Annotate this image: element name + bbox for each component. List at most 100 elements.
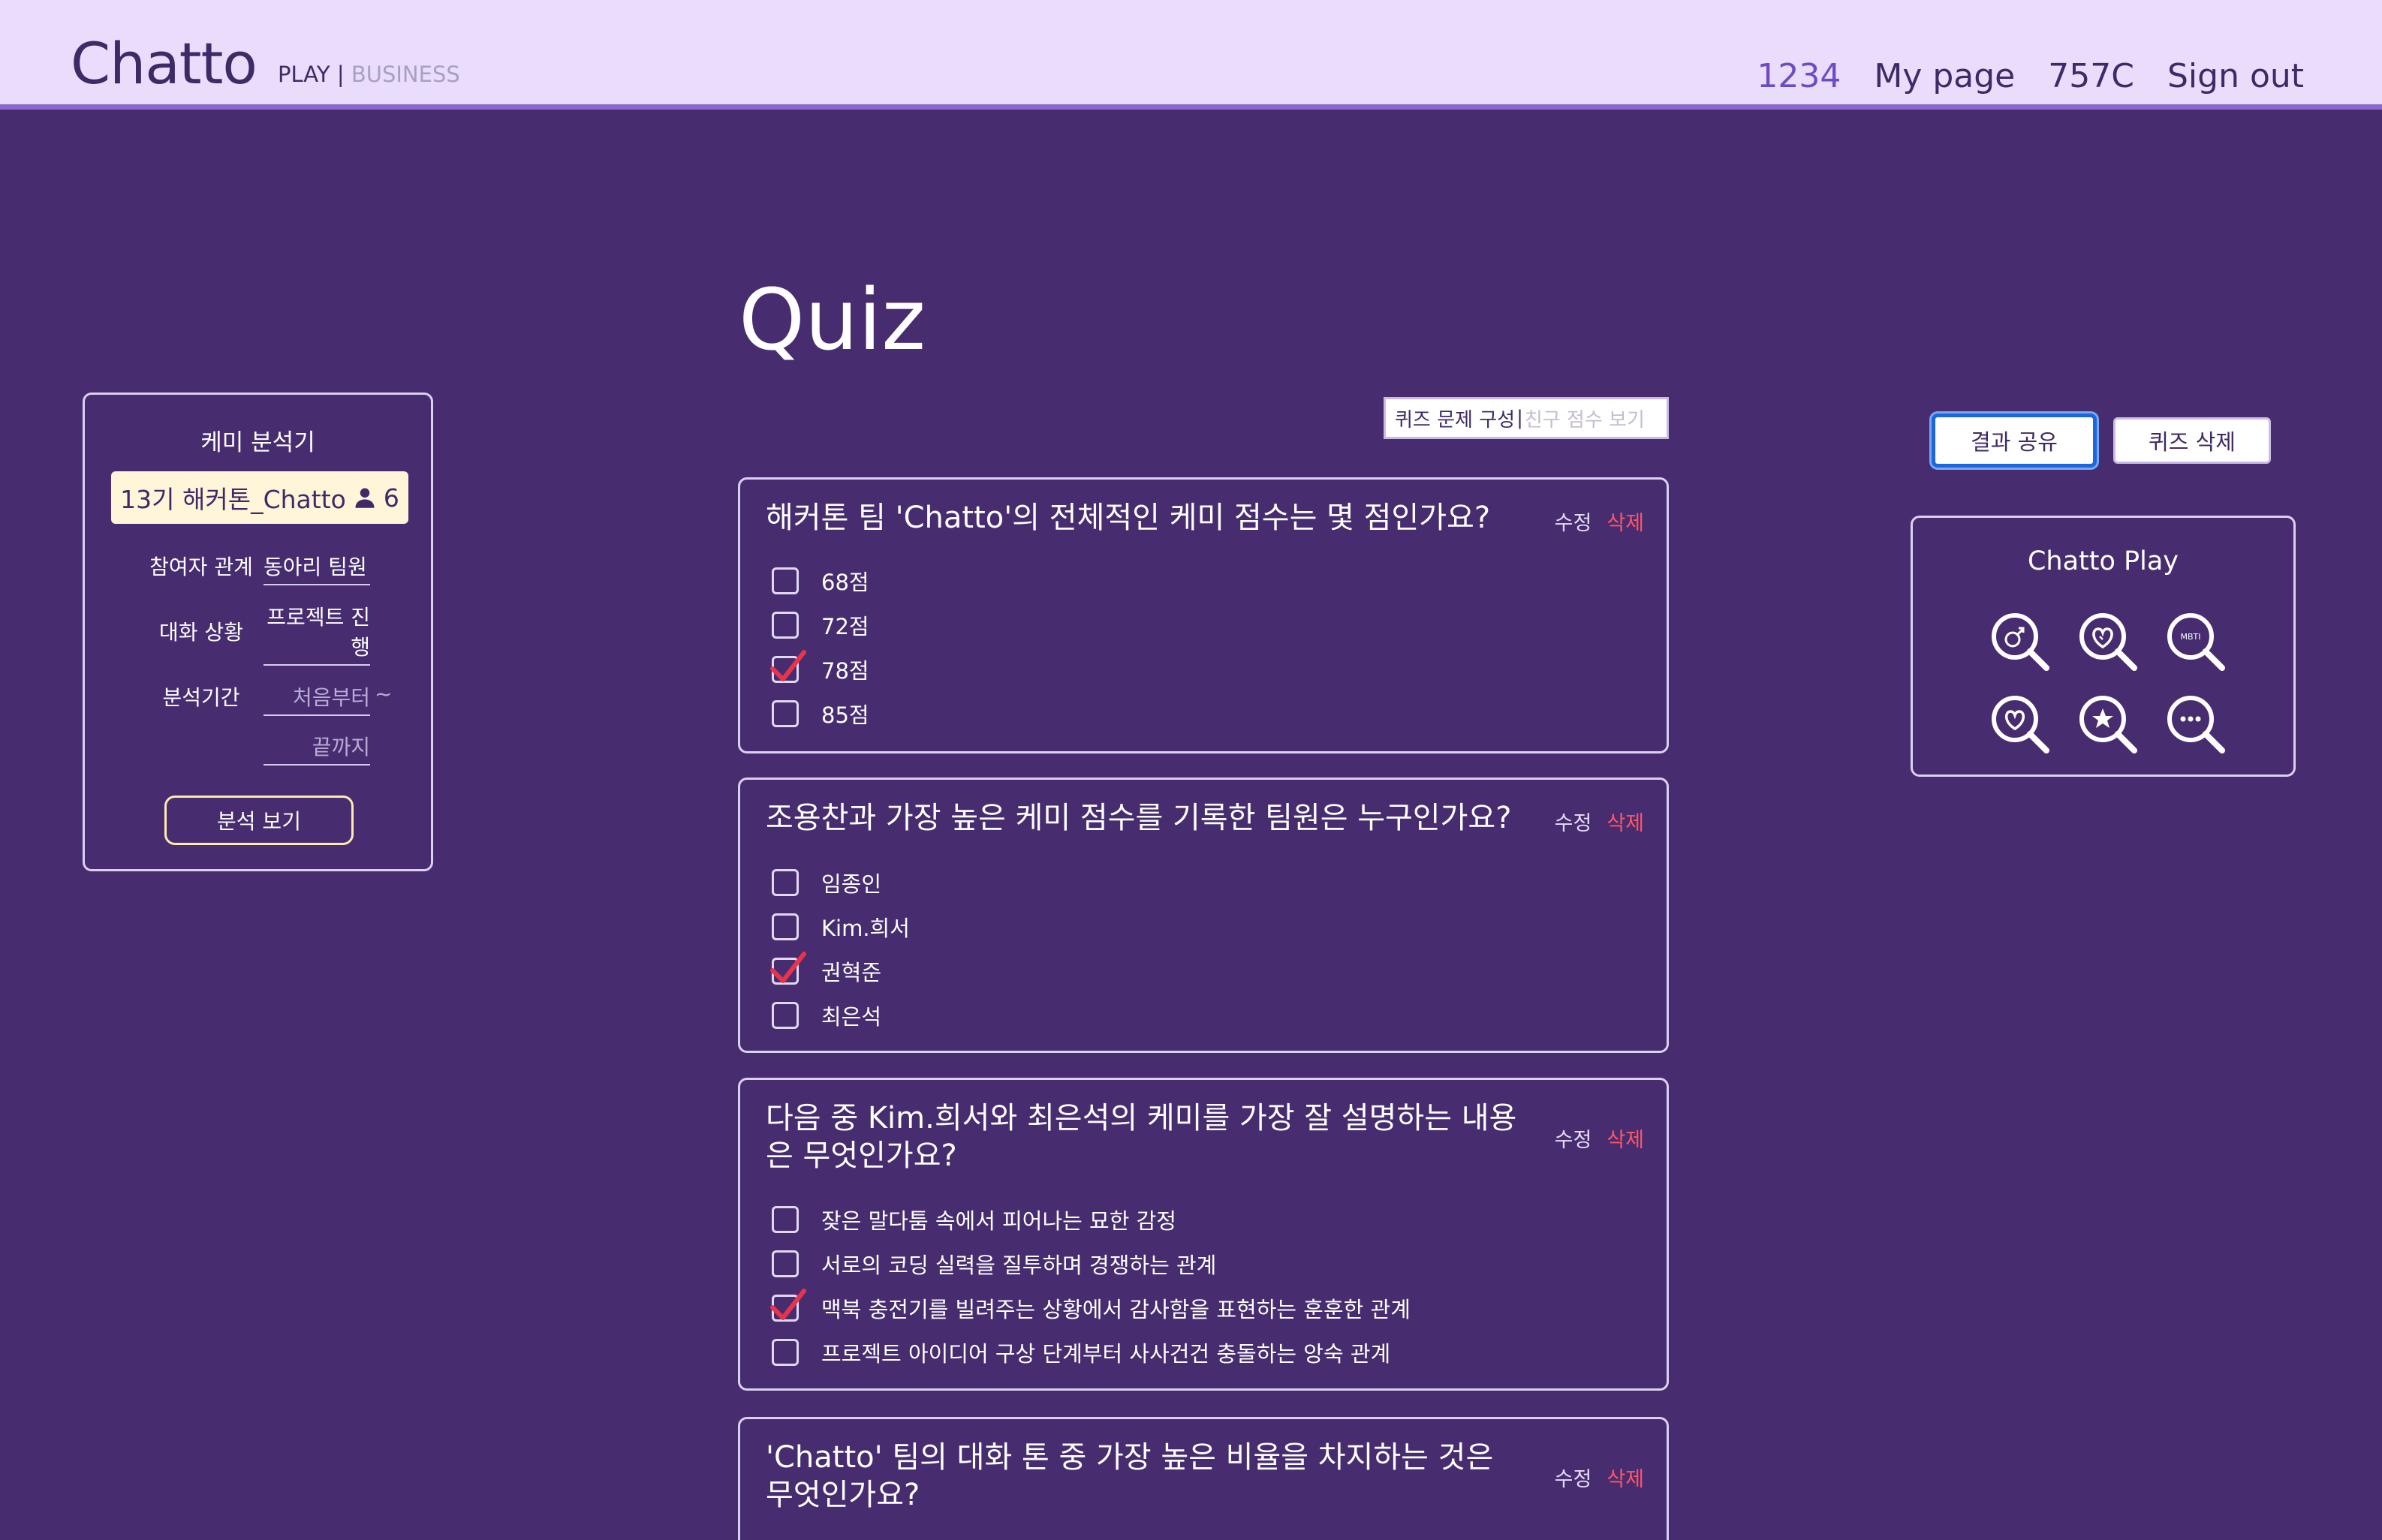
user-nav: 1234 My page 757C Sign out — [1757, 57, 2304, 95]
logo[interactable]: Chatto — [71, 30, 257, 97]
nav-sign-out[interactable]: Sign out — [2167, 57, 2304, 95]
delete-button[interactable]: 삭제 — [1607, 507, 1644, 536]
analyzer-title: 케미 분석기 — [200, 429, 315, 456]
checkmark-icon — [770, 952, 806, 983]
nav-user-code[interactable]: 757C — [2048, 57, 2134, 95]
option-label: Kim.희서 — [821, 916, 910, 941]
option[interactable]: 72점 — [772, 610, 869, 640]
situation-value-line2: 행 — [351, 635, 370, 660]
checkbox[interactable] — [772, 1250, 799, 1277]
nav-user-id[interactable]: 1234 — [1757, 57, 1841, 95]
person-icon — [355, 488, 375, 508]
option[interactable]: 68점 — [772, 566, 869, 596]
tab-friend-scores[interactable]: 친구 점수 보기 — [1525, 405, 1645, 432]
question-text: 해커톤 팀 'Chatto'의 전체적인 케미 점수는 몇 점인가요? — [766, 501, 1491, 535]
checkbox[interactable] — [772, 700, 799, 727]
option[interactable]: 85점 — [772, 699, 869, 729]
question-actions: 수정 삭제 — [1555, 1123, 1644, 1153]
toggle-separator: | — [1516, 407, 1523, 429]
quiz-card: 조용찬과 가장 높은 케미 점수를 기록한 팀원은 누구인가요? 수정 삭제 임… — [738, 778, 1669, 1053]
option-label: 잦은 말다툼 속에서 피어나는 묘한 감정 — [821, 1208, 1176, 1234]
period-tilde: ~ — [375, 681, 393, 706]
chatto-play-panel: Chatto Play MBTI — [1911, 516, 2296, 777]
question-actions: 수정 삭제 — [1555, 1463, 1644, 1492]
start-date-field[interactable]: 처음부터 — [263, 681, 370, 716]
star-search-icon[interactable] — [2076, 692, 2140, 756]
play-link[interactable]: PLAY — [278, 62, 330, 87]
mbti-label: MBTI — [2180, 632, 2200, 642]
top-navigation-bar: Chatto PLAY | BUSINESS 1234 My page 757C… — [0, 0, 2382, 110]
nav-my-page[interactable]: My page — [1874, 57, 2015, 95]
question-text: 조용찬과 가장 높은 케미 점수를 기록한 팀원은 누구인가요? — [766, 801, 1512, 835]
quiz-card: 'Chatto' 팀의 대화 톤 중 가장 높은 비율을 차지하는 것은 무엇인… — [738, 1417, 1669, 1540]
delete-button[interactable]: 삭제 — [1607, 807, 1644, 836]
checkbox[interactable] — [772, 612, 799, 639]
checkbox-checked[interactable] — [770, 1289, 806, 1322]
chat-search-icon[interactable] — [2164, 692, 2228, 756]
checkbox[interactable] — [772, 913, 799, 940]
delete-button[interactable]: 삭제 — [1607, 1123, 1644, 1153]
page-title: Quiz — [739, 272, 926, 369]
option-correct[interactable]: 권혁준 — [770, 952, 882, 986]
tab-quiz-composition[interactable]: 퀴즈 문제 구성 — [1395, 405, 1515, 432]
option[interactable]: 최은석 — [772, 1000, 881, 1030]
situation-field[interactable]: 프로젝트 진 행 — [263, 601, 370, 666]
question-actions: 수정 삭제 — [1555, 507, 1644, 536]
option[interactable]: 프로젝트 아이디어 구상 단계부터 사사건건 충돌하는 앙숙 관계 — [772, 1337, 1390, 1367]
edit-button[interactable]: 수정 — [1555, 807, 1592, 836]
situation-label: 대화 상황 — [159, 620, 243, 645]
question-actions: 수정 삭제 — [1555, 807, 1644, 836]
share-result-button[interactable]: 결과 공유 — [1932, 414, 2097, 468]
edit-button[interactable]: 수정 — [1555, 507, 1592, 536]
question-text: 다음 중 Kim.희서와 최은석의 케미를 가장 잘 설명하는 내용은 무엇인가… — [766, 1101, 1517, 1173]
delete-button[interactable]: 삭제 — [1607, 1463, 1644, 1492]
checkbox-checked[interactable] — [770, 952, 806, 985]
option-label: 서로의 코딩 실력을 질투하며 경쟁하는 관계 — [821, 1253, 1217, 1278]
delete-quiz-button[interactable]: 퀴즈 삭제 — [2113, 417, 2271, 464]
quiz-card: 다음 중 Kim.희서와 최은석의 케미를 가장 잘 설명하는 내용은 무엇인가… — [738, 1078, 1669, 1391]
option[interactable]: 잦은 말다툼 속에서 피어나는 묘한 감정 — [772, 1205, 1176, 1235]
option-label: 68점 — [821, 570, 869, 595]
option-label: 85점 — [821, 702, 869, 728]
quiz-view-toggle: 퀴즈 문제 구성 | 친구 점수 보기 — [1384, 397, 1669, 439]
heart-search-icon[interactable] — [1988, 692, 2052, 756]
option[interactable]: 서로의 코딩 실력을 질투하며 경쟁하는 관계 — [772, 1249, 1216, 1279]
edit-button[interactable]: 수정 — [1555, 1463, 1592, 1492]
analyze-button[interactable]: 분석 보기 — [164, 796, 354, 845]
option[interactable]: 임종인 — [772, 868, 881, 898]
option-correct[interactable]: 78점 — [770, 650, 869, 684]
option-label: 72점 — [821, 614, 869, 639]
option-label: 78점 — [821, 658, 869, 684]
edit-button[interactable]: 수정 — [1555, 1123, 1592, 1153]
checkbox[interactable] — [772, 567, 799, 594]
option-label: 최은석 — [821, 1004, 882, 1030]
gender-search-icon[interactable] — [1988, 609, 2052, 674]
business-link[interactable]: BUSINESS — [351, 62, 460, 87]
quiz-card: 해커톤 팀 'Chatto'의 전체적인 케미 점수는 몇 점인가요? 수정 삭… — [738, 477, 1669, 753]
checkbox[interactable] — [772, 1339, 799, 1366]
chat-room-chip[interactable]: 13기 해커톤_Chatto 6 — [111, 471, 408, 524]
situation-value-line1: 프로젝트 진 — [267, 605, 370, 630]
end-date-field[interactable]: 끝까지 — [263, 731, 370, 765]
option-label: 권혁준 — [821, 960, 882, 985]
checkmark-icon — [770, 650, 806, 681]
option-label: 맥북 충전기를 빌려주는 상황에서 감사함을 표현하는 훈훈한 관계 — [821, 1297, 1411, 1322]
chat-room-name: 13기 해커톤_Chatto — [120, 485, 346, 514]
checkbox[interactable] — [772, 1002, 799, 1029]
checkbox[interactable] — [772, 869, 799, 896]
relation-label: 참여자 관계 — [149, 555, 253, 579]
period-label: 분석기간 — [162, 685, 240, 710]
checkbox-checked[interactable] — [770, 650, 806, 683]
checkbox[interactable] — [772, 1206, 799, 1233]
play-panel-title: Chatto Play — [2027, 546, 2179, 576]
option-label: 임종인 — [821, 871, 882, 897]
option[interactable]: Kim.희서 — [772, 912, 910, 942]
checkmark-icon — [770, 1289, 806, 1320]
heart-search-icon[interactable] — [2076, 609, 2140, 674]
chemistry-analyzer-panel: 케미 분석기 13기 해커톤_Chatto 6 참여자 관계 동아리 팀원 대화… — [83, 393, 433, 871]
mbti-search-icon[interactable]: MBTI — [2164, 609, 2228, 674]
member-count: 6 — [383, 483, 399, 513]
relation-field[interactable]: 동아리 팀원 — [263, 551, 370, 585]
option-correct[interactable]: 맥북 충전기를 빌려주는 상황에서 감사함을 표현하는 훈훈한 관계 — [770, 1289, 1411, 1323]
question-text: 'Chatto' 팀의 대화 톤 중 가장 높은 비율을 차지하는 것은 무엇인… — [766, 1440, 1494, 1512]
